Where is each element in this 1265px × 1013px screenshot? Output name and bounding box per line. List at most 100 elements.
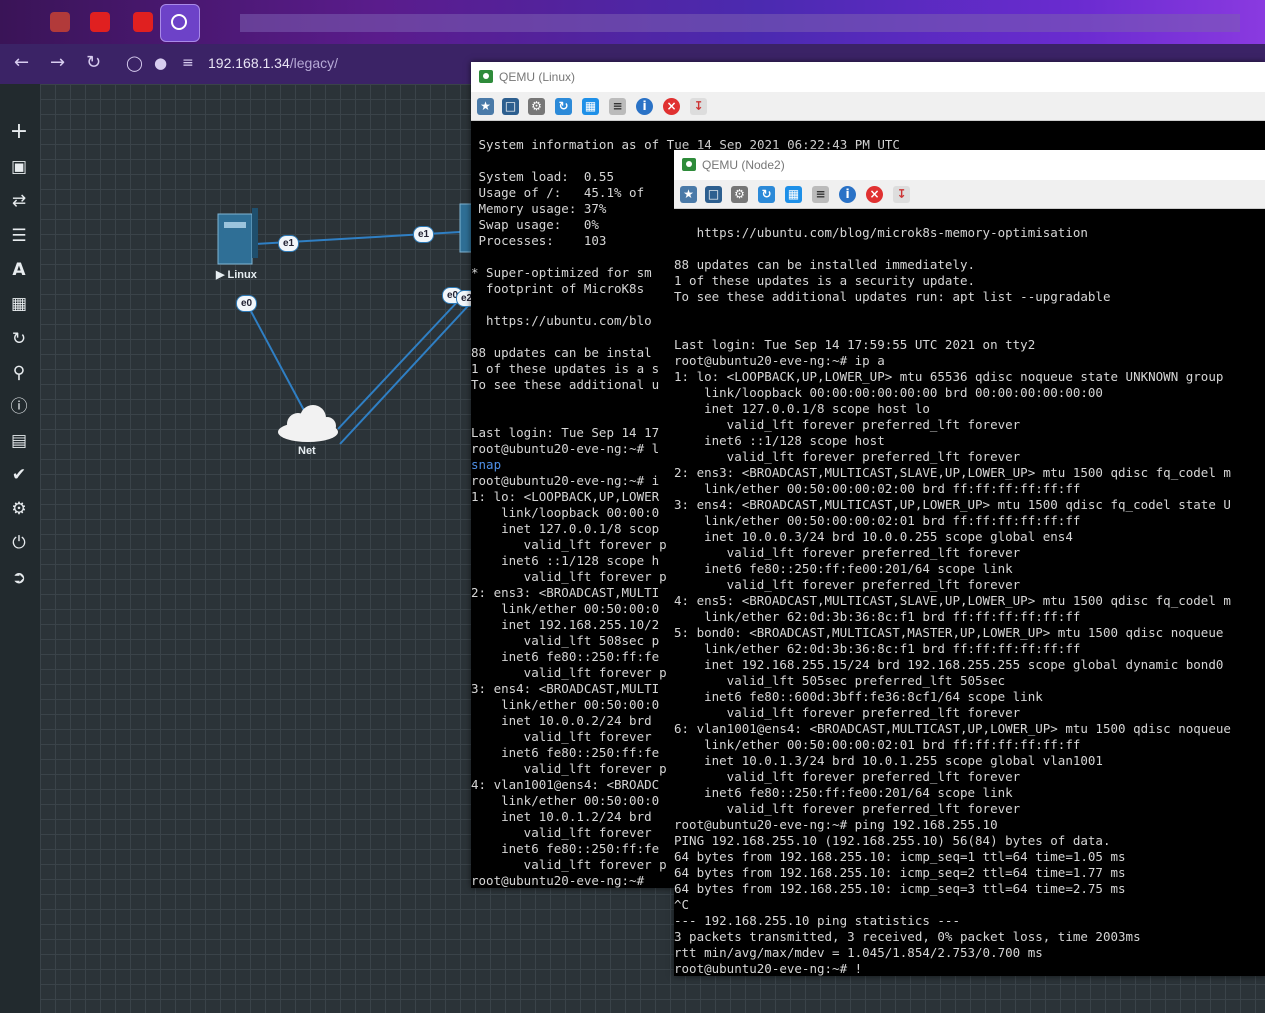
terminal-line: link/loopback 00:00:00:00:00:00 brd 00:0… [674, 385, 1103, 400]
tab-favicon-icon[interactable] [50, 12, 70, 32]
node-icon[interactable]: ▣ [9, 157, 29, 177]
close-icon[interactable]: × [663, 98, 680, 115]
terminal-line: rtt min/avg/max/mdev = 1.045/1.854/2.753… [674, 945, 1043, 960]
connect-icon[interactable]: ★ [680, 186, 697, 203]
terminal-screen[interactable]: https://ubuntu.com/blog/microk8s-memory-… [674, 209, 1265, 976]
port-label: e1 [413, 226, 435, 243]
terminal-line: inet 10.0.0.3/24 brd 10.0.0.255 scope gl… [674, 529, 1073, 544]
clipboard-icon[interactable]: ≡ [609, 98, 626, 115]
terminal-line: inet 10.0.1.3/24 brd 10.0.1.255 scope gl… [674, 753, 1103, 768]
refresh-icon[interactable]: ↻ [555, 98, 572, 115]
text-icon[interactable]: A [9, 260, 29, 280]
terminal-line: valid_lft 505sec preferred_lft 505sec [674, 673, 1006, 688]
terminal-line: 64 bytes from 192.168.255.10: icmp_seq=3… [674, 881, 1126, 896]
cloud-icon [278, 405, 338, 442]
window-titlebar[interactable]: QEMU (Node2) [674, 150, 1265, 180]
terminal-line: link/ether 00:50:00:00:02:00 brd ff:ff:f… [674, 481, 1081, 496]
reload-icon[interactable]: ↻ [86, 52, 101, 73]
terminal-line: PING 192.168.255.10 (192.168.255.10) 56(… [674, 833, 1111, 848]
youtube-tab-icon[interactable] [90, 12, 110, 32]
terminal-line: inet6 fe80::600d:3bff:fe36:8cf1/64 scope… [674, 689, 1043, 704]
terminal-line: inet 192.168.255.15/24 brd 192.168.255.2… [674, 657, 1224, 672]
fullscreen-icon[interactable]: □ [502, 98, 519, 115]
link-net-node2-a [337, 298, 461, 430]
power-icon[interactable]: ⏻ [9, 533, 29, 553]
clipboard-icon[interactable]: ≡ [812, 186, 829, 203]
settings-icon[interactable]: ⚙ [9, 499, 29, 519]
terminal-line: 1 of these updates is a security update. [674, 273, 976, 288]
terminal-line: valid_lft forever preferred_lft forever [674, 705, 1021, 720]
network-icon[interactable]: ⇄ [9, 191, 29, 211]
settings-icon[interactable]: ⚙ [731, 186, 748, 203]
qemu-node2-window[interactable]: QEMU (Node2) ★ □ ⚙ ↻ ▦ ≡ i × ↧ https://u… [674, 150, 1265, 976]
terminal-line: 64 bytes from 192.168.255.10: icmp_seq=1… [674, 849, 1126, 864]
shield-icon[interactable]: ◯ [126, 54, 143, 72]
connect-icon[interactable]: ★ [477, 98, 494, 115]
youtube-tab-icon[interactable] [133, 12, 153, 32]
download-icon[interactable]: ↧ [690, 98, 707, 115]
terminal-line: inet6 fe80::250:ff:fe00:201/64 scope lin… [674, 561, 1013, 576]
link-linux-net [245, 301, 307, 415]
linux-server-icon [217, 208, 258, 265]
window-title: QEMU (Node2) [702, 158, 785, 172]
windows-key-icon[interactable]: ▦ [582, 98, 599, 115]
net-node-label[interactable]: Net [298, 445, 316, 457]
terminal-line: 3: ens4: <BROADCAST,MULTICAST,UP,LOWER_U… [674, 497, 1231, 512]
terminal-line: root@ubuntu20-eve-ng:~# ping 192.168.255… [674, 817, 998, 832]
terminal-line: valid_lft forever preferred_lft forever [674, 769, 1021, 784]
address-bar[interactable]: 192.168.1.34/legacy/ [208, 55, 338, 71]
terminal-line: 1: lo: <LOOPBACK,UP,LOWER_UP> mtu 65536 … [674, 369, 1224, 384]
add-icon[interactable]: + [9, 121, 29, 143]
terminal-line: valid_lft forever preferred_lft forever [674, 449, 1021, 464]
logout-icon[interactable]: ➲ [9, 568, 29, 588]
terminal-line: link/ether 00:50:00:00:02:01 brd ff:ff:f… [674, 513, 1081, 528]
close-icon[interactable]: × [866, 186, 883, 203]
window-titlebar[interactable]: QEMU (Linux) [471, 62, 1265, 92]
browser-tab-bar [0, 0, 1265, 44]
download-icon[interactable]: ↧ [893, 186, 910, 203]
terminal-line: inet 127.0.0.1/8 scope host lo [674, 401, 930, 416]
terminal-line: https://ubuntu.com/blog/microk8s-memory-… [674, 225, 1088, 240]
terminal-line: 64 bytes from 192.168.255.10: icmp_seq=2… [674, 865, 1126, 880]
terminal-line: 88 updates can be installed immediately. [674, 257, 976, 272]
grid-icon[interactable]: ▦ [9, 294, 29, 314]
vnc-toolbar: ★ □ ⚙ ↻ ▦ ≡ i × ↧ [471, 92, 1265, 121]
refresh-icon[interactable]: ↻ [9, 329, 29, 349]
lock-icon[interactable]: ● [154, 54, 167, 72]
refresh-icon[interactable]: ↻ [758, 186, 775, 203]
terminal-line: valid_lft forever preferred_lft forever [674, 545, 1021, 560]
terminal-line: valid_lft forever preferred_lft forever [674, 417, 1021, 432]
terminal-line: link/ether 00:50:00:00:02:01 brd ff:ff:f… [674, 737, 1081, 752]
tab-strip[interactable] [240, 14, 1240, 32]
terminal-line: inet6 fe80::250:ff:fe00:201/64 scope lin… [674, 785, 1013, 800]
settings-icon[interactable]: ⚙ [528, 98, 545, 115]
linux-node-label[interactable]: ▶ Linux [216, 268, 257, 281]
globe-icon [171, 14, 187, 30]
terminal-line: Last login: Tue Sep 14 17:59:55 UTC 2021… [674, 337, 1036, 352]
fullscreen-icon[interactable]: □ [705, 186, 722, 203]
active-tab[interactable] [160, 4, 200, 42]
terminal-line: link/ether 62:0d:3b:36:8c:f1 brd ff:ff:f… [674, 641, 1081, 656]
terminal-line: ^C [674, 897, 690, 912]
list-icon[interactable]: ☰ [9, 226, 29, 246]
windows-key-icon[interactable]: ▦ [785, 186, 802, 203]
forward-icon[interactable]: → [50, 52, 65, 73]
qemu-icon [682, 158, 696, 171]
terminal-line: To see these additional updates run: apt… [674, 289, 1111, 304]
table-icon[interactable]: ▤ [9, 431, 29, 451]
permissions-icon[interactable]: ≡ [182, 55, 194, 71]
qemu-icon [479, 70, 493, 83]
info-icon[interactable]: i [636, 98, 653, 115]
terminal-line: root@ubuntu20-eve-ng:~# ip a [674, 353, 885, 368]
check-icon[interactable]: ✔ [9, 465, 29, 485]
info-icon[interactable]: ⓘ [9, 397, 29, 417]
zoom-icon[interactable]: ⚲ [9, 363, 29, 383]
info-icon[interactable]: i [839, 186, 856, 203]
url-host: 192.168.1.34 [208, 55, 290, 71]
terminal-line: 5: bond0: <BROADCAST,MULTICAST,MASTER,UP… [674, 625, 1224, 640]
back-icon[interactable]: ← [14, 52, 29, 73]
port-label: e1 [278, 235, 300, 252]
